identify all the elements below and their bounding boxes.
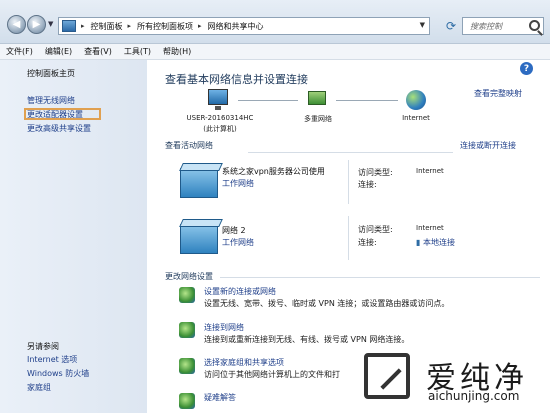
menu-view[interactable]: 查看(V) [84, 46, 112, 57]
sidebar-item-advanced-sharing[interactable]: 更改高级共享设置 [27, 123, 91, 134]
control-panel-icon [62, 20, 76, 32]
breadcrumb-item[interactable]: 控制面板 [91, 21, 123, 32]
computer-icon [208, 89, 228, 110]
connector-line [336, 100, 398, 101]
task-description: 设置无线、宽带、拨号、临时或 VPN 连接；或设置路由器或访问点。 [204, 299, 450, 308]
work-network-icon[interactable] [180, 168, 218, 198]
change-settings-heading: 更改网络设置 [165, 272, 213, 281]
task-connect-link[interactable]: 连接到网络 [204, 322, 244, 333]
access-type-label: 访问类型: [358, 225, 393, 234]
internet-label: Internet [402, 114, 430, 122]
history-dropdown-icon[interactable]: ▼ [48, 20, 53, 28]
access-type-value: Internet [416, 167, 444, 175]
breadcrumb-arrow-icon[interactable]: ▸ [81, 22, 85, 30]
address-dropdown-icon[interactable]: ▼ [420, 21, 425, 29]
local-connection-link[interactable]: ▮ 本地连接 [416, 237, 455, 248]
divider [348, 160, 349, 204]
menu-bar: 文件(F) 编辑(E) 查看(V) 工具(T) 帮助(H) [0, 44, 550, 60]
refresh-icon[interactable]: ⟳ [446, 19, 456, 33]
breadcrumb-arrow-icon[interactable]: ▸ [128, 22, 132, 30]
connector-line [238, 100, 298, 101]
network-type-link[interactable]: 工作网络 [222, 237, 254, 248]
connection-label: 连接: [358, 238, 377, 247]
internet-globe-icon [406, 90, 426, 110]
task-new-connection-link[interactable]: 设置新的连接或网络 [204, 286, 276, 297]
see-also-firewall[interactable]: Windows 防火墙 [27, 368, 89, 379]
back-button[interactable]: ◀ [7, 15, 26, 34]
menu-edit[interactable]: 编辑(E) [45, 46, 72, 57]
breadcrumb-arrow-icon[interactable]: ▸ [198, 22, 202, 30]
breadcrumb-item[interactable]: 网络和共享中心 [208, 21, 264, 32]
task-description: 访问位于其他网络计算机上的文件和打 [204, 370, 340, 379]
connect-network-icon [179, 322, 195, 338]
page-title: 查看基本网络信息并设置连接 [165, 73, 308, 86]
computer-subtitle: (此计算机) [203, 125, 237, 133]
sidebar-home-link[interactable]: 控制面板主页 [27, 68, 75, 79]
search-icon[interactable] [529, 20, 540, 31]
help-icon[interactable]: ? [520, 62, 533, 75]
connect-disconnect-link[interactable]: 连接或断开连接 [460, 140, 516, 151]
view-full-map-link[interactable]: 查看完整映射 [474, 88, 522, 99]
divider [220, 277, 540, 278]
divider [248, 152, 453, 153]
task-troubleshoot-link[interactable]: 疑难解答 [204, 392, 236, 403]
access-type-value: Internet [416, 224, 444, 232]
access-type-label: 访问类型: [358, 168, 393, 177]
see-also-heading: 另请参阅 [27, 342, 59, 351]
network-name: 网络 2 [222, 226, 246, 235]
network-type-link[interactable]: 工作网络 [222, 178, 254, 189]
task-description: 连接到或重新连接到无线、有线、拨号或 VPN 网络连接。 [204, 335, 410, 344]
menu-tools[interactable]: 工具(T) [124, 46, 151, 57]
menu-file[interactable]: 文件(F) [6, 46, 33, 57]
menu-help[interactable]: 帮助(H) [163, 46, 191, 57]
task-homegroup-link[interactable]: 选择家庭组和共享选项 [204, 357, 284, 368]
logo-mark-icon [364, 353, 410, 399]
see-also-internet-options[interactable]: Internet 选项 [27, 354, 77, 365]
adapter-icon: ▮ [416, 238, 421, 247]
sidebar: 控制面板主页 管理无线网络 更改适配器设置 更改高级共享设置 另请参阅 Inte… [0, 60, 147, 413]
network-icon [308, 91, 326, 105]
homegroup-icon [179, 358, 195, 374]
new-connection-icon [179, 287, 195, 303]
local-connection-label: 本地连接 [422, 238, 455, 247]
search-placeholder: 搜索控制 [470, 21, 502, 31]
watermark-logo: 爱纯净 aichunjing.com [350, 349, 546, 409]
troubleshoot-icon [179, 393, 195, 409]
sidebar-item-change-adapter[interactable]: 更改适配器设置 [27, 109, 83, 120]
network-name: 系统之家vpn服务器公司使用 [222, 167, 325, 176]
forward-button[interactable]: ▶ [27, 15, 46, 34]
see-also-homegroup[interactable]: 家庭组 [27, 382, 51, 393]
network-label: 多重网络 [304, 115, 332, 123]
active-networks-heading: 查看活动网络 [165, 141, 213, 150]
computer-name: USER-20160314HC [186, 114, 254, 122]
breadcrumb-item[interactable]: 所有控制面板项 [137, 21, 193, 32]
address-toolbar: ◀ ▶ ▼ ▸ 控制面板 ▸ 所有控制面板项 ▸ 网络和共享中心 ▼ ⟳ 搜索控… [0, 0, 550, 44]
work-network-icon[interactable] [180, 224, 218, 254]
connection-label: 连接: [358, 180, 377, 189]
divider [348, 216, 349, 260]
address-bar[interactable]: ▸ 控制面板 ▸ 所有控制面板项 ▸ 网络和共享中心 ▼ [58, 17, 430, 35]
watermark-url: aichunjing.com [428, 389, 520, 403]
search-input[interactable]: 搜索控制 [462, 17, 544, 35]
sidebar-item-manage-wireless[interactable]: 管理无线网络 [27, 95, 75, 106]
